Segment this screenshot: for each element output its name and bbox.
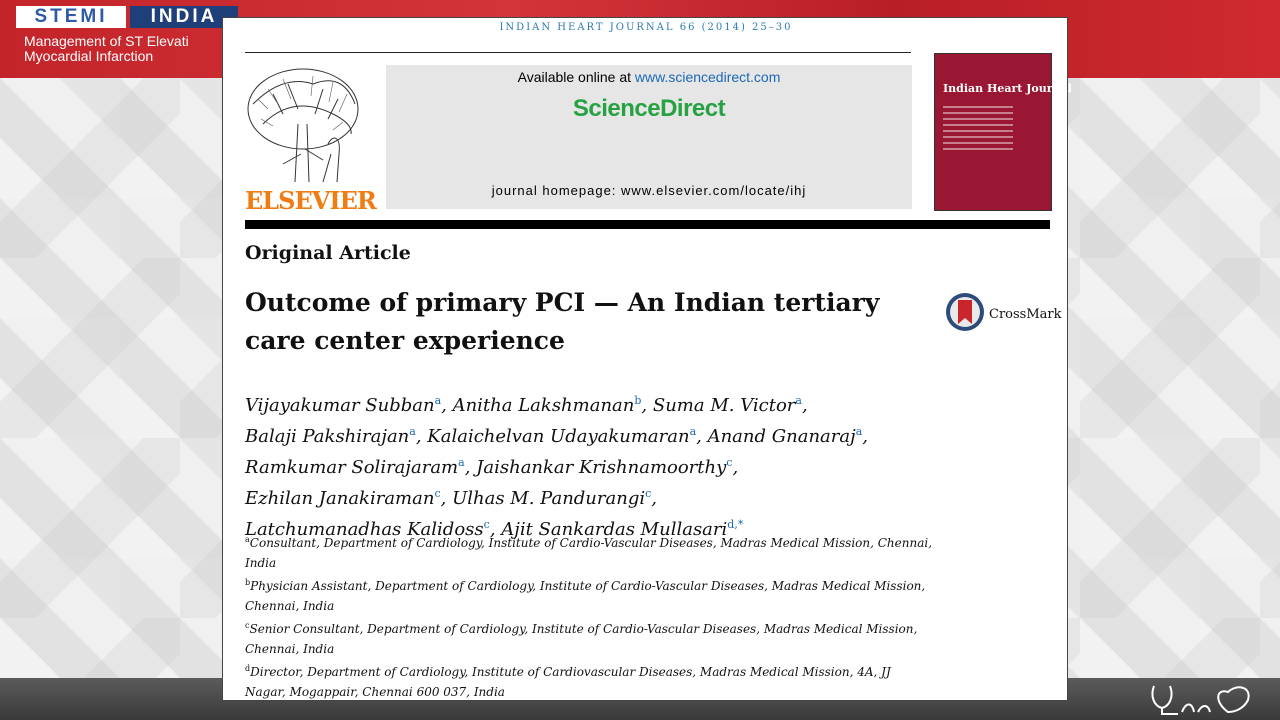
journal-homepage: journal homepage: www.elsevier.com/locat… (491, 183, 807, 198)
author-line: Vijayakumar Subbana, Anitha Lakshmananb,… (245, 394, 808, 416)
stethoscope-heart-icon (1151, 685, 1250, 715)
brand-subtitle: Management of ST Elevati Myocardial Infa… (24, 34, 224, 64)
author-line: Ezhilan Janakiramanc, Ulhas M. Pandurang… (245, 487, 658, 509)
sciencedirect-logo: ScienceDirect (572, 95, 726, 122)
author-name: Balaji Pakshirajan (245, 426, 410, 447)
author-name: Suma M. Victor (652, 395, 796, 416)
author-list: Vijayakumar Subbana, Anitha Lakshmananb,… (245, 388, 945, 543)
elsevier-wordmark: ELSEVIER (245, 186, 377, 215)
journal-cover-thumbnail: Indian Heart Journal (934, 53, 1072, 211)
available-online-line: Available online at www.sciencedirect.co… (386, 69, 912, 85)
header-rule (245, 52, 911, 53)
cover-title: Indian Heart Journal (943, 82, 1072, 95)
author-name: Ramkumar Solirajaram (245, 457, 459, 478)
affiliation-item: dDirector, Department of Cardiology, Ins… (245, 664, 891, 699)
author-line: Ramkumar Solirajarama, Jaishankar Krishn… (245, 456, 739, 478)
author-name: Anand Gnanaraj (707, 426, 856, 447)
article-title: Outcome of primary PCI — An Indian terti… (245, 288, 880, 355)
crossmark-label: CrossMark (989, 307, 1062, 322)
affiliation-item: bPhysician Assistant, Department of Card… (245, 578, 926, 613)
crossmark-icon[interactable] (945, 292, 985, 332)
brand-subtitle-line2: Myocardial Infarction (24, 48, 154, 64)
author-name: Ezhilan Janakiraman (245, 488, 435, 509)
author-line: Balaji Pakshirajana, Kalaichelvan Udayak… (245, 425, 868, 447)
author-name: Vijayakumar Subban (245, 395, 435, 416)
author-name: Anitha Lakshmanan (452, 395, 635, 416)
journal-running-header: INDIAN HEART JOURNAL 66 (2014) 25–30 (499, 22, 793, 33)
affiliations: aConsultant, Department of Cardiology, I… (245, 530, 935, 702)
article-first-page: INDIAN HEART JOURNAL 66 (2014) 25–30 ELS… (222, 17, 1072, 702)
stemi-india-logo: STEMI INDIA (16, 6, 238, 28)
brand-stemi: STEMI (16, 6, 126, 28)
author-name: Ulhas M. Pandurangi (452, 488, 646, 509)
affiliation-item: cSenior Consultant, Department of Cardio… (245, 621, 918, 656)
elsevier-tree-logo-icon (243, 64, 363, 184)
affiliation-item: aConsultant, Department of Cardiology, I… (245, 535, 933, 570)
author-name: Jaishankar Krishnamoorthy (476, 457, 727, 478)
brand-subtitle-line1: Management of ST Elevati (24, 34, 189, 49)
sciencedirect-banner: Available online at www.sciencedirect.co… (386, 65, 912, 209)
available-prefix: Available online at (517, 69, 635, 85)
title-rule (245, 220, 1050, 229)
sciencedirect-link[interactable]: www.sciencedirect.com (635, 69, 781, 85)
author-name: Kalaichelvan Udayakumaran (427, 426, 690, 447)
article-type: Original Article (245, 242, 411, 264)
